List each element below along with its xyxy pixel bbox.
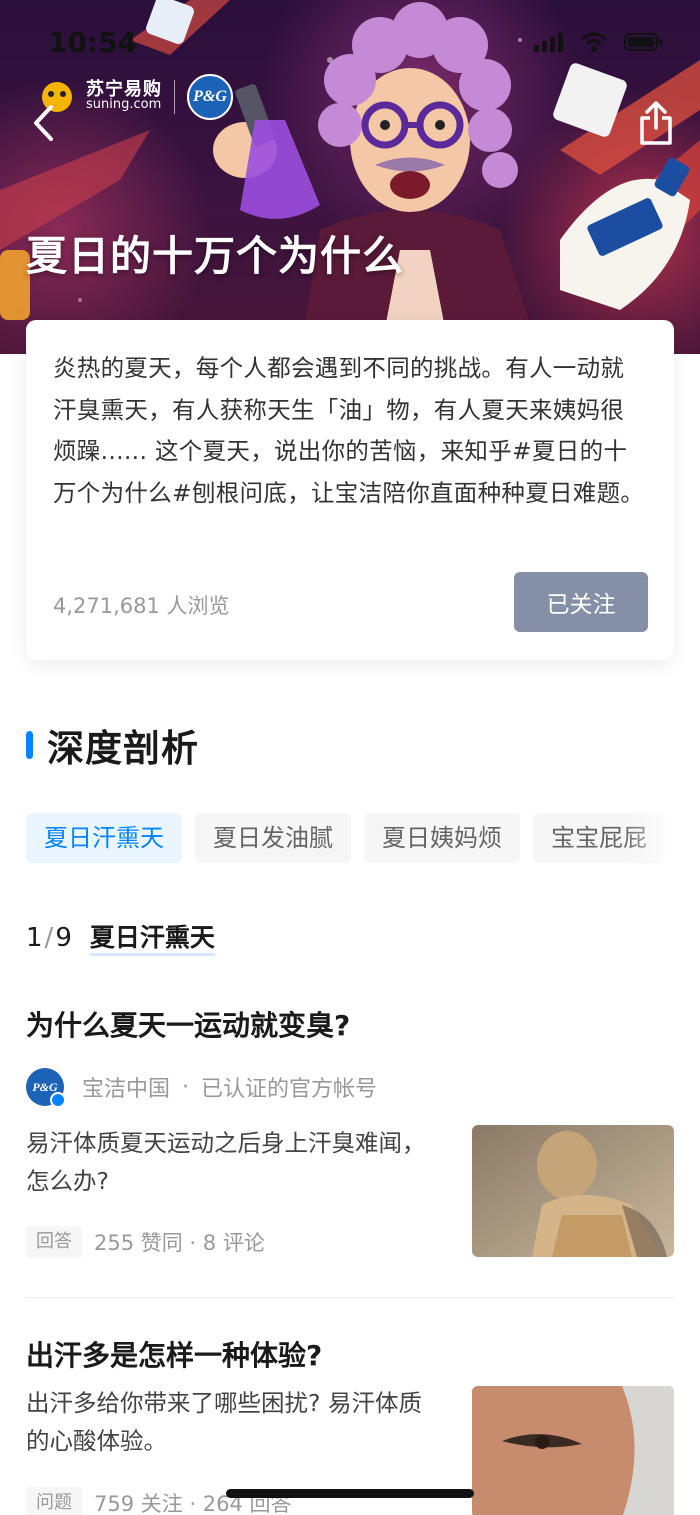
- tab-summer-oily-hair[interactable]: 夏日发油腻: [195, 813, 351, 863]
- pager-topic: 夏日汗熏天: [89, 923, 215, 956]
- brand-logos: 苏宁易购 suning.com P&G: [40, 74, 233, 120]
- tabs-fade-overlay: [620, 813, 700, 863]
- section-accent-bar: [26, 731, 33, 759]
- back-arrow-icon: [34, 105, 53, 141]
- item-stats: 255 赞同 · 8 评论: [94, 1231, 265, 1255]
- meta-row: 回答 255 赞同 · 8 评论: [26, 1226, 265, 1258]
- page-title: 夏日的十万个为什么: [26, 232, 404, 280]
- pg-logo: P&G: [187, 74, 233, 120]
- content-type-badge: 回答: [26, 1226, 82, 1258]
- author-row[interactable]: P&G 宝洁中国 · 已认证的官方帐号: [26, 1068, 378, 1108]
- list-item[interactable]: 出汗多是怎样一种体验? 出汗多给你带来了哪些困扰? 易汗体质的心酸体验。 问题 …: [26, 1334, 674, 1515]
- suning-logo-en: suning.com: [86, 97, 162, 112]
- back-button[interactable]: [24, 100, 64, 146]
- thumbnail-image: [472, 1386, 674, 1515]
- suning-logo: 苏宁易购 suning.com: [86, 79, 162, 113]
- brand-divider: [174, 80, 175, 114]
- topic-tabs: 夏日汗熏天 夏日发油腻 夏日姨妈烦 宝宝屁屁: [26, 813, 700, 863]
- tab-summer-sweat[interactable]: 夏日汗熏天: [26, 813, 182, 863]
- hero-banner: 10:54 苏宁易购 suning.com P&G 夏日的十万个为什么: [0, 0, 700, 354]
- item-divider: [26, 1297, 674, 1298]
- item-thumbnail[interactable]: [472, 1386, 674, 1515]
- item-excerpt[interactable]: 易汗体质夏天运动之后身上汗臭难闻，怎么办?: [26, 1124, 436, 1200]
- pager-total: 9: [55, 923, 72, 953]
- tab-summer-period[interactable]: 夏日姨妈烦: [364, 813, 520, 863]
- author-separator: ·: [182, 1074, 190, 1100]
- suning-logo-cn: 苏宁易购: [86, 79, 162, 100]
- section-header: 深度剖析: [26, 718, 199, 772]
- wifi-icon: [580, 32, 608, 56]
- content-type-badge: 问题: [26, 1487, 82, 1515]
- avatar[interactable]: P&G: [26, 1068, 66, 1108]
- share-button[interactable]: [634, 98, 678, 148]
- pager: 1 / 9 夏日汗熏天: [26, 923, 215, 956]
- view-count: 4,271,681 人浏览: [53, 594, 230, 618]
- intro-card: 炎热的夏天，每个人都会遇到不同的挑战。有人一动就汗臭熏天，有人获称天生「油」物，…: [26, 320, 674, 660]
- thumbnail-image: [472, 1125, 674, 1257]
- list-item[interactable]: 为什么夏天一运动就变臭? P&G 宝洁中国 · 已认证的官方帐号 易汗体质夏天运…: [26, 1004, 674, 1274]
- intro-footer: 4,271,681 人浏览 已关注: [53, 572, 648, 632]
- intro-description: 炎热的夏天，每个人都会遇到不同的挑战。有人一动就汗臭熏天，有人获称天生「油」物，…: [53, 354, 645, 507]
- author-badge: 已认证的官方帐号: [201, 1077, 378, 1102]
- home-indicator: [226, 1489, 474, 1498]
- signal-icon: [534, 32, 564, 56]
- author-name[interactable]: 宝洁中国: [82, 1071, 170, 1103]
- item-title[interactable]: 为什么夏天一运动就变臭?: [26, 1004, 674, 1044]
- battery-icon: [624, 32, 664, 56]
- pager-separator: /: [44, 923, 54, 953]
- item-title[interactable]: 出汗多是怎样一种体验?: [26, 1334, 674, 1374]
- item-thumbnail[interactable]: [472, 1125, 674, 1257]
- verified-badge-icon: [50, 1092, 66, 1108]
- status-time: 10:54: [48, 26, 138, 59]
- pager-current: 1: [26, 923, 43, 953]
- item-excerpt[interactable]: 出汗多给你带来了哪些困扰? 易汗体质的心酸体验。: [26, 1384, 436, 1460]
- follow-button[interactable]: 已关注: [514, 572, 648, 632]
- share-icon: [640, 101, 672, 145]
- section-title: 深度剖析: [47, 727, 199, 770]
